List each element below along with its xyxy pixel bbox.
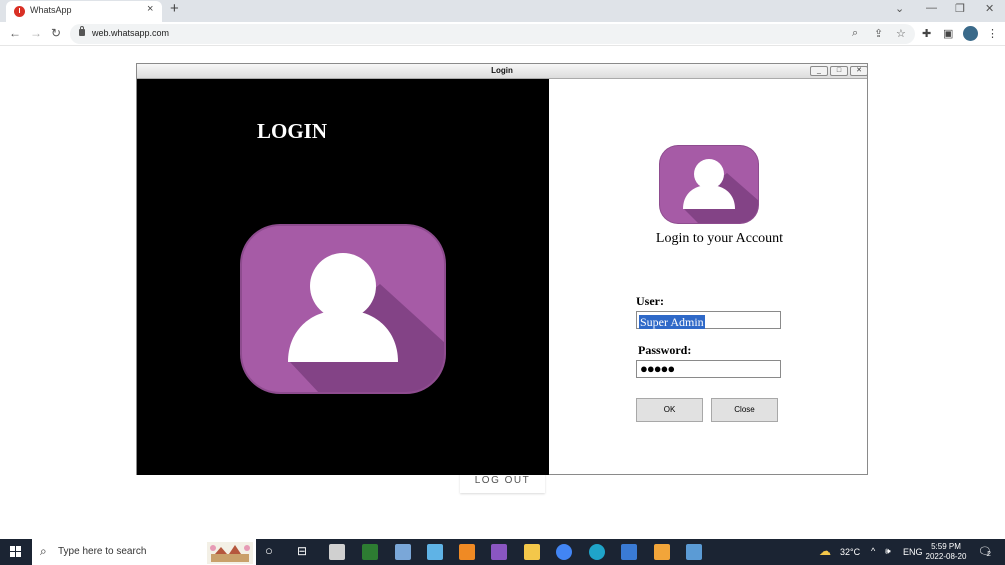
taskbar-app-store-icon[interactable] [362,544,378,560]
new-tab-button[interactable]: + [170,0,179,17]
lock-icon[interactable] [79,26,85,36]
extensions-icon[interactable]: ✚ [922,27,931,40]
login-heading: LOGIN [256,119,327,143]
taskbar-app-file-explorer-icon[interactable] [524,544,540,560]
password-input[interactable]: ●●●●● [636,360,781,378]
temperature-text[interactable]: 32°C [840,547,860,557]
ok-button[interactable]: OK [636,398,703,422]
browser-tab-strip: WhatsApp × + ⌄ — ❐ ✕ [0,0,1005,22]
system-clock[interactable]: 5:59 PM 2022-08-20 [924,542,968,562]
search-icon: ⌕ [40,544,47,558]
task-view-icon[interactable]: ⊟ [297,544,307,558]
tab-close-icon[interactable]: × [147,3,153,15]
taskbar-app-mail-icon[interactable] [621,544,637,560]
forward-icon[interactable]: → [30,26,42,40]
dialog-minimize-button[interactable]: _ [810,66,828,76]
user-input-value: Super Admin [639,315,705,329]
clock-time: 5:59 PM [931,542,961,551]
whatsapp-favicon-icon [14,6,25,17]
browser-toolbar: ← → ↻ web.whatsapp.com ⌕ ⇪ ☆ ✚ ▣ ⋮ [0,22,1005,46]
reload-icon[interactable]: ↻ [51,26,61,40]
back-icon[interactable]: ← [9,26,21,40]
taskbar-app-xampp-icon[interactable] [459,544,475,560]
taskbar-app-paint-icon[interactable] [427,544,443,560]
taskbar-app-visual-studio-icon[interactable] [491,544,507,560]
close-window-icon[interactable]: ✕ [985,2,994,15]
minimize-window-icon[interactable]: — [926,2,937,14]
windows-start-icon[interactable] [10,546,22,558]
login-dialog: Login _ □ ✕ LOGIN Login to your Account … [136,63,868,475]
small-user-avatar-icon [659,145,759,224]
address-bar[interactable]: web.whatsapp.com ⌕ ⇪ ☆ [70,24,915,44]
zoom-icon[interactable]: ⌕ [852,27,858,40]
dialog-maximize-button[interactable]: □ [830,66,848,76]
password-label: Password: [638,343,692,357]
share-icon[interactable]: ⇪ [874,27,883,40]
tab-search-icon[interactable]: ⌄ [895,2,904,15]
tab-title: WhatsApp [30,5,72,15]
clock-date: 2022-08-20 [925,552,967,561]
search-placeholder: Type here to search [58,546,147,557]
dialog-title: Login [491,66,513,75]
tray-chevron-icon[interactable]: ^ [871,546,875,556]
sidepanel-icon[interactable]: ▣ [943,27,953,40]
star-icon[interactable]: ☆ [896,27,906,40]
volume-icon[interactable]: 🕪 [885,546,891,557]
browser-tab-whatsapp[interactable]: WhatsApp × [6,1,162,22]
weather-icon[interactable]: ☁ [819,544,831,558]
user-input[interactable]: Super Admin [636,311,781,329]
close-button[interactable]: Close [711,398,778,422]
search-highlight-illustration-icon [207,542,253,564]
address-url[interactable]: web.whatsapp.com [92,28,169,38]
notification-count: 2 [987,551,991,558]
restore-window-icon[interactable]: ❐ [955,2,965,15]
cortana-icon[interactable]: ○ [265,543,273,558]
profile-icon[interactable] [963,26,978,41]
taskbar-app-control-panel-icon[interactable] [329,544,345,560]
windows-taskbar: ⌕ Type here to search ○ ⊟ ☁ 32°C ^ 🕪 ENG… [0,539,1005,565]
taskbar-app-chrome-icon[interactable] [556,544,572,560]
user-label: User: [636,294,664,308]
large-user-avatar-icon [240,224,446,394]
taskbar-app-files-icon[interactable] [395,544,411,560]
taskbar-app-sublime-icon[interactable] [654,544,670,560]
dialog-left-panel: LOGIN [137,79,549,475]
taskbar-search-box[interactable]: ⌕ Type here to search [32,539,256,565]
taskbar-app-login-form-icon[interactable] [686,544,702,560]
language-indicator[interactable]: ENG [903,547,923,557]
dialog-close-button[interactable]: ✕ [850,66,868,76]
menu-icon[interactable]: ⋮ [987,27,998,40]
account-subtitle: Login to your Account [655,231,784,246]
taskbar-app-edge-icon[interactable] [589,544,605,560]
dialog-titlebar[interactable]: Login _ □ ✕ [137,64,868,79]
